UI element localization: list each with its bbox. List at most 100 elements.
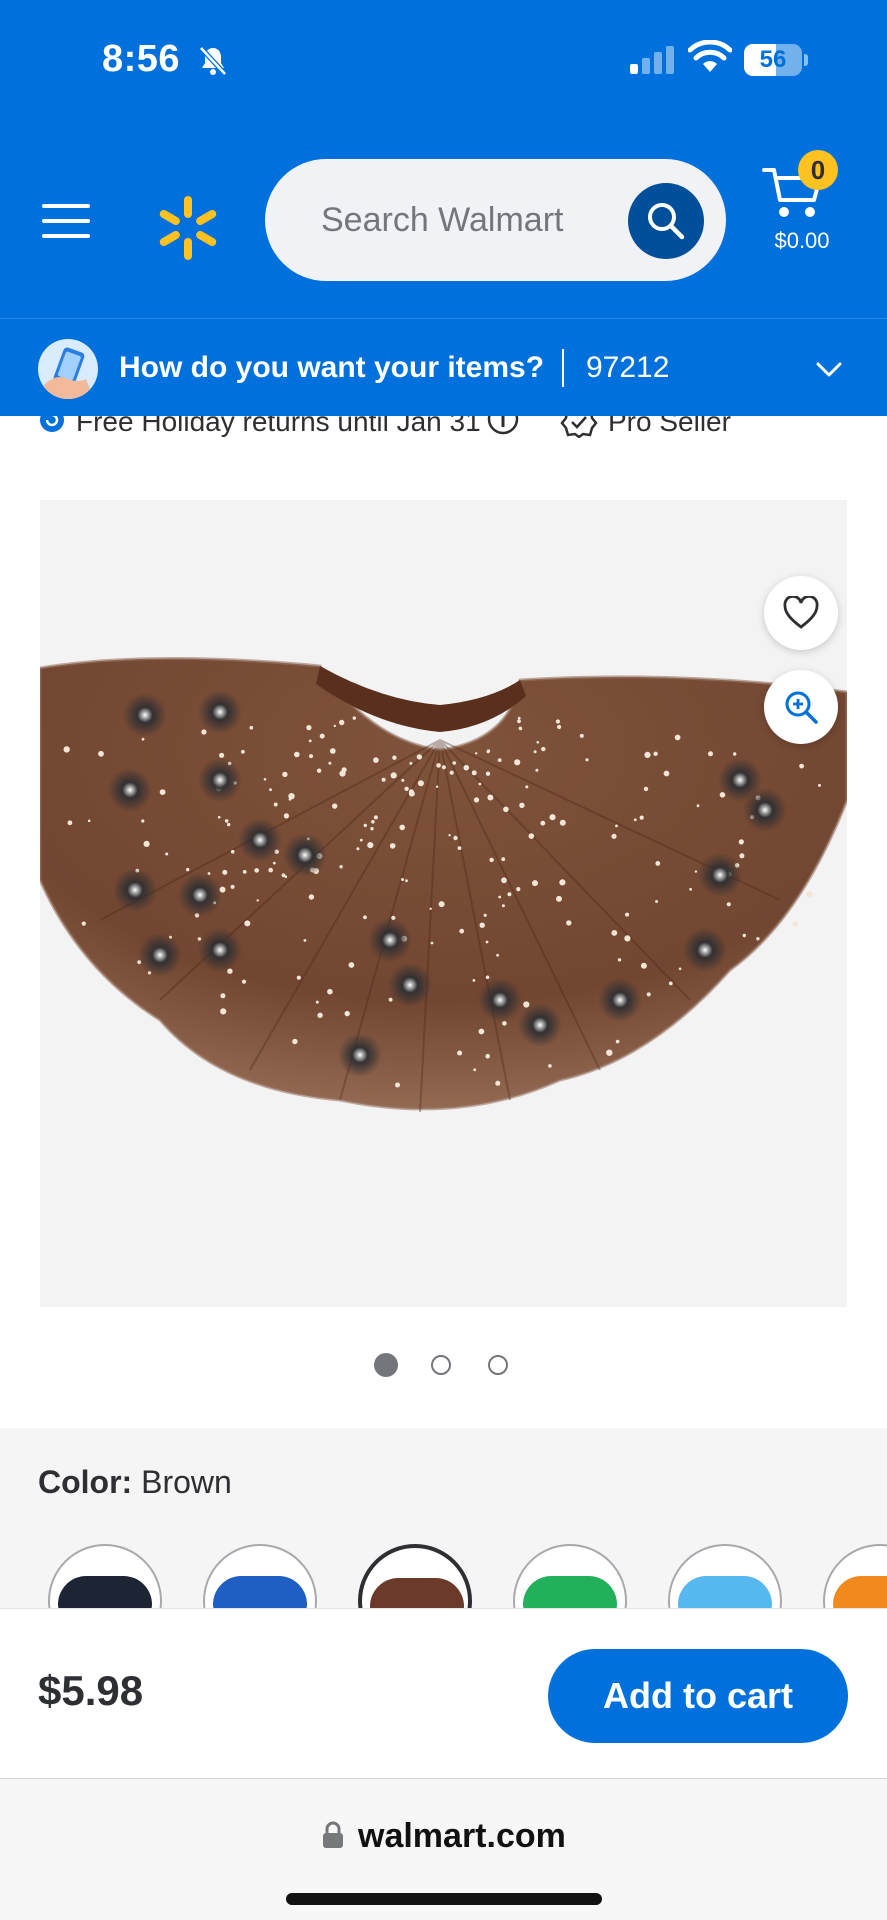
sequin-star — [309, 754, 313, 759]
sequin-star — [471, 770, 477, 776]
led-light — [368, 918, 412, 962]
lock-icon — [323, 1821, 343, 1848]
sequin-star — [557, 724, 562, 730]
sequin-star — [799, 763, 804, 769]
cart-button[interactable]: 0 $0.00 — [754, 150, 850, 260]
sequin-star — [533, 750, 537, 754]
carousel-dot[interactable] — [431, 1355, 451, 1375]
sequin-star — [315, 1000, 319, 1004]
sequin-star — [339, 865, 343, 869]
app-header: 8:56 56 Search Walmart 0 $0.00 — [0, 0, 887, 318]
color-swatch[interactable] — [823, 1544, 887, 1608]
sequin-star — [646, 992, 651, 997]
led-light — [198, 928, 242, 972]
led-light — [238, 818, 282, 862]
sequin-star — [207, 872, 211, 875]
sequin-star — [653, 751, 658, 756]
color-swatch[interactable] — [358, 1544, 472, 1608]
sequin-star — [249, 725, 254, 730]
sequin-star — [316, 768, 322, 773]
sequin-star — [227, 822, 231, 827]
add-to-cart-button[interactable]: Add to cart — [548, 1649, 848, 1743]
sequin-star — [503, 806, 509, 813]
color-swatch[interactable] — [203, 1544, 317, 1608]
sequin-star — [348, 962, 355, 968]
sequin-star — [457, 846, 462, 850]
color-swatch[interactable] — [668, 1544, 782, 1608]
favorite-button[interactable] — [764, 576, 838, 650]
sequin-star — [308, 894, 315, 900]
battery-body: 56 — [744, 44, 802, 76]
sequin-star — [497, 758, 502, 762]
sequin-star — [392, 774, 396, 778]
swatch-thumbnail — [370, 1578, 464, 1608]
delivery-question: How do you want your items? — [119, 351, 545, 384]
carousel-dot[interactable] — [488, 1355, 508, 1375]
sequin-star — [87, 819, 91, 823]
search-input[interactable] — [321, 159, 621, 281]
wifi-icon — [688, 40, 732, 72]
sequin-star — [363, 915, 367, 920]
menu-icon[interactable] — [40, 200, 92, 242]
sequin-star — [256, 899, 259, 902]
sequin-star — [436, 763, 441, 768]
sequin-star — [453, 835, 458, 841]
sequin-star — [220, 993, 226, 999]
sequin-star — [416, 754, 423, 760]
sequin-star — [485, 940, 489, 944]
zoom-button[interactable] — [764, 670, 838, 744]
product-image[interactable] — [40, 500, 847, 1307]
sequin-star — [373, 815, 378, 820]
delivery-selector[interactable]: How do you want your items? 97212 — [0, 318, 887, 416]
sequin-star — [555, 719, 561, 724]
sequin-star — [549, 814, 556, 821]
sequin-star — [303, 939, 307, 942]
delivery-divider — [562, 349, 564, 387]
sequin-star — [143, 840, 150, 847]
color-swatch[interactable] — [513, 1544, 627, 1608]
sequin-star — [517, 719, 521, 724]
sequin-star — [818, 783, 821, 787]
sequin-star — [611, 930, 618, 936]
sequin-star — [186, 867, 190, 872]
home-indicator[interactable] — [286, 1893, 602, 1905]
sequin-star — [401, 878, 404, 881]
color-swatch[interactable] — [48, 1544, 162, 1608]
carousel-dot[interactable] — [374, 1353, 398, 1377]
led-light — [113, 868, 157, 912]
led-light — [388, 963, 432, 1007]
zoom-in-icon — [785, 691, 818, 724]
search-bar[interactable] — [265, 159, 726, 281]
sequin-star — [352, 716, 356, 720]
sequin-star — [485, 771, 491, 776]
search-button[interactable] — [628, 183, 704, 259]
sequin-star — [501, 904, 505, 908]
sequin-star — [449, 770, 454, 775]
sequin-star — [296, 975, 301, 980]
sequin-star — [517, 716, 521, 720]
battery-indicator: 56 — [744, 44, 808, 76]
sequin-star — [540, 820, 546, 826]
led-light — [518, 1003, 562, 1047]
sequin-star — [738, 839, 744, 845]
sequin-star — [640, 962, 647, 969]
sequin-star — [487, 794, 494, 801]
browser-url-bar[interactable]: walmart.com — [0, 1778, 887, 1920]
sequin-star — [566, 920, 572, 926]
image-carousel-pager — [0, 1350, 887, 1380]
sequin-star — [806, 891, 813, 898]
sequin-star — [356, 847, 360, 851]
sequin-star — [644, 751, 651, 758]
sequin-star — [624, 935, 631, 942]
chevron-down-icon[interactable] — [814, 354, 844, 384]
color-selector: Color: Brown — [0, 1428, 887, 1608]
walmart-spark-icon[interactable] — [154, 194, 222, 262]
sequin-star — [663, 770, 670, 777]
sequin-star — [294, 751, 300, 758]
info-icon[interactable] — [486, 416, 520, 436]
sequin-star — [272, 861, 276, 865]
sequin-star — [241, 979, 247, 984]
sequin-star — [328, 761, 332, 765]
sequin-star — [219, 752, 225, 758]
led-light — [718, 758, 762, 802]
